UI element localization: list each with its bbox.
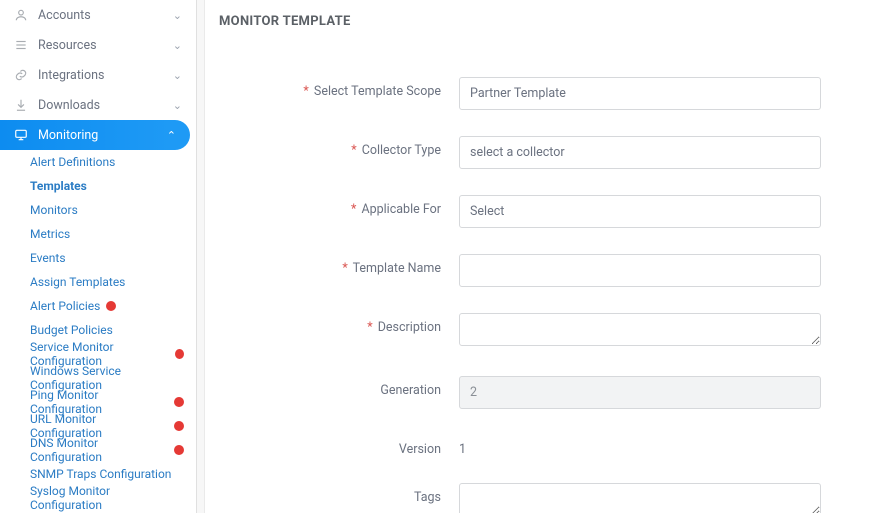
label-description: * Description: [219, 313, 459, 335]
link-icon: [14, 68, 28, 82]
subnav-item[interactable]: Metrics: [0, 222, 196, 246]
nav-label: Monitoring: [38, 128, 167, 143]
select-template-scope[interactable]: Partner Template: [459, 77, 821, 110]
subnav-item[interactable]: Templates: [0, 174, 196, 198]
page-title: MONITOR TEMPLATE: [219, 14, 849, 29]
chevron-up-icon: ⌃: [167, 129, 176, 142]
subnav-item[interactable]: Alert Policies: [0, 294, 196, 318]
download-icon: [14, 98, 28, 112]
subnav-label: Alert Definitions: [30, 155, 115, 169]
subnav-label: Assign Templates: [30, 275, 125, 289]
label-template-scope: * Select Template Scope: [219, 77, 459, 99]
chevron-down-icon: ⌄: [173, 39, 182, 52]
monitor-icon: [14, 128, 28, 142]
nav-integrations[interactable]: Integrations ⌄: [0, 60, 196, 90]
label-template-name: * Template Name: [219, 254, 459, 276]
subnav-item[interactable]: Windows Service Configuration: [0, 366, 196, 390]
nav-label: Downloads: [38, 98, 173, 113]
subnav-item[interactable]: Events: [0, 246, 196, 270]
subnav-item[interactable]: DNS Monitor Configuration: [0, 438, 196, 462]
nav-downloads[interactable]: Downloads ⌄: [0, 90, 196, 120]
subnav-item[interactable]: Service Monitor Configuration: [0, 342, 196, 366]
main-content: MONITOR TEMPLATE * Select Template Scope…: [205, 0, 877, 513]
alert-badge-icon: [174, 445, 184, 455]
subnav-item[interactable]: Ping Monitor Configuration: [0, 390, 196, 414]
row-template-name: * Template Name: [219, 254, 849, 287]
divider: [197, 0, 205, 513]
label-applicable-for: * Applicable For: [219, 195, 459, 217]
subnav-item[interactable]: Budget Policies: [0, 318, 196, 342]
alert-badge-icon: [174, 397, 184, 407]
subnav-label: SNMP Traps Configuration: [30, 467, 171, 481]
alert-badge-icon: [175, 349, 184, 359]
person-icon: [14, 8, 28, 22]
select-collector-type[interactable]: select a collector: [459, 136, 821, 169]
subnav-item[interactable]: Assign Templates: [0, 270, 196, 294]
row-description: * Description: [219, 313, 849, 350]
row-tags: Tags: [219, 483, 849, 513]
row-collector-type: * Collector Type select a collector: [219, 136, 849, 169]
row-generation: Generation 2: [219, 376, 849, 409]
subnav-label: Monitors: [30, 203, 78, 217]
subnav-item[interactable]: Alert Definitions: [0, 150, 196, 174]
subnav-item[interactable]: SNMP Traps Configuration: [0, 462, 196, 486]
label-version: Version: [219, 435, 459, 457]
input-template-name[interactable]: [459, 254, 821, 287]
list-icon: [14, 38, 28, 52]
label-generation: Generation: [219, 376, 459, 398]
select-applicable-for[interactable]: Select: [459, 195, 821, 228]
nav-resources[interactable]: Resources ⌄: [0, 30, 196, 60]
subnav-item[interactable]: URL Monitor Configuration: [0, 414, 196, 438]
subnav-label: Syslog Monitor Configuration: [30, 484, 184, 512]
readonly-generation: 2: [459, 376, 821, 409]
textarea-description[interactable]: [459, 313, 821, 346]
alert-badge-icon: [106, 301, 116, 311]
label-tags: Tags: [219, 483, 459, 505]
nav-label: Integrations: [38, 68, 173, 83]
row-template-scope: * Select Template Scope Partner Template: [219, 77, 849, 110]
chevron-down-icon: ⌄: [173, 9, 182, 22]
chevron-down-icon: ⌄: [173, 69, 182, 82]
static-version: 1: [459, 435, 821, 457]
sidebar: Accounts ⌄ Resources ⌄ Integrations ⌄ Do…: [0, 0, 197, 513]
subnav-label: Metrics: [30, 227, 70, 241]
nav-label: Accounts: [38, 8, 173, 23]
label-collector-type: * Collector Type: [219, 136, 459, 158]
chevron-down-icon: ⌄: [173, 99, 182, 112]
nav-label: Resources: [38, 38, 173, 53]
subnav-label: Budget Policies: [30, 323, 113, 337]
alert-badge-icon: [174, 421, 184, 431]
textarea-tags[interactable]: [459, 483, 821, 513]
row-applicable-for: * Applicable For Select: [219, 195, 849, 228]
subnav-monitoring: Alert Definitions Templates Monitors Metric…: [0, 150, 196, 510]
subnav-label: DNS Monitor Configuration: [30, 436, 168, 464]
subnav-item[interactable]: Monitors: [0, 198, 196, 222]
nav-accounts[interactable]: Accounts ⌄: [0, 0, 196, 30]
subnav-item[interactable]: Syslog Monitor Configuration: [0, 486, 196, 510]
row-version: Version 1: [219, 435, 849, 457]
subnav-label: Alert Policies: [30, 299, 100, 313]
subnav-label: Templates: [30, 179, 87, 193]
subnav-label: Events: [30, 251, 66, 265]
nav-monitoring[interactable]: Monitoring ⌃: [0, 120, 190, 150]
